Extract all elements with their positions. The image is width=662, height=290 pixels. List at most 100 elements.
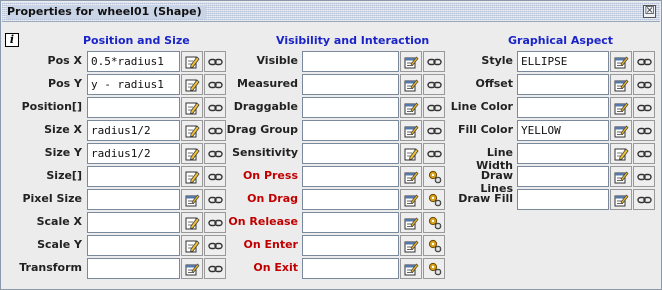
edit-button[interactable] bbox=[181, 189, 203, 210]
property-label: Scale X bbox=[36, 215, 82, 228]
property-value-field[interactable] bbox=[87, 235, 180, 256]
link-button[interactable] bbox=[633, 120, 655, 141]
property-value-field[interactable] bbox=[302, 189, 399, 210]
property-value-field[interactable] bbox=[87, 212, 180, 233]
property-value-field[interactable] bbox=[517, 97, 609, 118]
link-button[interactable] bbox=[633, 189, 655, 210]
property-row-draw-lines: Draw Lines bbox=[448, 165, 662, 195]
link-button[interactable] bbox=[204, 235, 226, 256]
property-value-field[interactable] bbox=[302, 258, 399, 279]
edit-button[interactable] bbox=[181, 258, 203, 279]
link-button[interactable] bbox=[633, 143, 655, 164]
link-button[interactable] bbox=[633, 74, 655, 95]
property-value-field[interactable] bbox=[517, 166, 609, 187]
edit-button[interactable] bbox=[181, 212, 203, 233]
edit-button[interactable] bbox=[400, 166, 422, 187]
edit-button[interactable] bbox=[610, 74, 632, 95]
property-value-field[interactable] bbox=[517, 143, 609, 164]
property-value-field[interactable] bbox=[302, 166, 399, 187]
edit-button[interactable] bbox=[181, 166, 203, 187]
edit-button[interactable] bbox=[610, 120, 632, 141]
edit-button[interactable] bbox=[400, 235, 422, 256]
property-label: Draggable bbox=[233, 100, 298, 113]
link-chain-icon bbox=[207, 218, 223, 228]
edit-button[interactable] bbox=[400, 120, 422, 141]
edit-button[interactable] bbox=[400, 97, 422, 118]
property-value-field[interactable] bbox=[87, 258, 180, 279]
edit-button[interactable] bbox=[610, 189, 632, 210]
title-bar[interactable]: Properties for wheel01 (Shape) ☒ bbox=[2, 2, 660, 22]
action-button[interactable] bbox=[423, 189, 445, 210]
link-button[interactable] bbox=[423, 97, 445, 118]
edit-button[interactable] bbox=[181, 120, 203, 141]
link-button[interactable] bbox=[204, 212, 226, 233]
link-button[interactable] bbox=[204, 143, 226, 164]
property-value-field[interactable]: 0.5*radius1 bbox=[87, 51, 180, 72]
property-value-field[interactable] bbox=[302, 143, 399, 164]
edit-button[interactable] bbox=[181, 51, 203, 72]
edit-button[interactable] bbox=[181, 235, 203, 256]
property-value-field[interactable] bbox=[302, 235, 399, 256]
edit-button[interactable] bbox=[181, 74, 203, 95]
link-chain-icon bbox=[636, 103, 652, 113]
link-button[interactable] bbox=[204, 258, 226, 279]
property-value-field[interactable] bbox=[302, 74, 399, 95]
edit-button[interactable] bbox=[400, 74, 422, 95]
edit-button[interactable] bbox=[181, 143, 203, 164]
action-button[interactable] bbox=[423, 212, 445, 233]
property-value-field[interactable]: radius1/2 bbox=[87, 143, 180, 164]
link-button[interactable] bbox=[204, 74, 226, 95]
action-button[interactable] bbox=[423, 258, 445, 279]
action-button[interactable] bbox=[423, 235, 445, 256]
link-button[interactable] bbox=[204, 120, 226, 141]
property-label: Drag Group bbox=[226, 123, 298, 136]
link-button[interactable] bbox=[633, 166, 655, 187]
edit-button[interactable] bbox=[610, 166, 632, 187]
edit-form-icon bbox=[404, 101, 419, 115]
link-chain-icon bbox=[207, 264, 223, 274]
property-row-offset: Offset bbox=[448, 73, 662, 95]
property-value-field[interactable] bbox=[87, 97, 180, 118]
property-value-field[interactable]: radius1/2 bbox=[87, 120, 180, 141]
edit-button[interactable] bbox=[181, 97, 203, 118]
property-value-field[interactable]: ELLIPSE bbox=[517, 51, 609, 72]
edit-button[interactable] bbox=[610, 97, 632, 118]
link-button[interactable] bbox=[633, 51, 655, 72]
close-button[interactable]: ☒ bbox=[643, 5, 656, 18]
edit-button[interactable] bbox=[400, 258, 422, 279]
info-icon[interactable]: i bbox=[5, 33, 19, 47]
link-button[interactable] bbox=[204, 97, 226, 118]
property-label: Transform bbox=[19, 261, 82, 274]
properties-window: Properties for wheel01 (Shape) ☒ i Posit… bbox=[0, 0, 662, 290]
link-button[interactable] bbox=[423, 74, 445, 95]
edit-button[interactable] bbox=[400, 212, 422, 233]
link-button[interactable] bbox=[204, 189, 226, 210]
action-button[interactable] bbox=[423, 166, 445, 187]
property-label: Pos Y bbox=[48, 77, 82, 90]
property-value-field[interactable]: y - radius1 bbox=[87, 74, 180, 95]
property-row-on-enter: On Enter bbox=[225, 234, 447, 256]
edit-button[interactable] bbox=[610, 143, 632, 164]
link-chain-icon bbox=[207, 241, 223, 251]
property-value-field[interactable] bbox=[302, 97, 399, 118]
link-button[interactable] bbox=[204, 51, 226, 72]
property-value-field[interactable] bbox=[517, 74, 609, 95]
edit-button[interactable] bbox=[610, 51, 632, 72]
link-button[interactable] bbox=[633, 97, 655, 118]
edit-form-icon bbox=[614, 170, 629, 184]
property-value-field[interactable] bbox=[517, 189, 609, 210]
link-button[interactable] bbox=[423, 51, 445, 72]
property-value-field[interactable] bbox=[302, 212, 399, 233]
property-value-field[interactable] bbox=[302, 51, 399, 72]
property-value-field[interactable]: YELLOW bbox=[517, 120, 609, 141]
edit-button[interactable] bbox=[400, 51, 422, 72]
edit-button[interactable] bbox=[400, 143, 422, 164]
link-button[interactable] bbox=[423, 143, 445, 164]
property-value-field[interactable] bbox=[87, 189, 180, 210]
link-button[interactable] bbox=[204, 166, 226, 187]
property-row-pos-x: Pos X 0.5*radius1 bbox=[2, 50, 226, 72]
property-value-field[interactable] bbox=[302, 120, 399, 141]
link-button[interactable] bbox=[423, 120, 445, 141]
edit-button[interactable] bbox=[400, 189, 422, 210]
property-value-field[interactable] bbox=[87, 166, 180, 187]
